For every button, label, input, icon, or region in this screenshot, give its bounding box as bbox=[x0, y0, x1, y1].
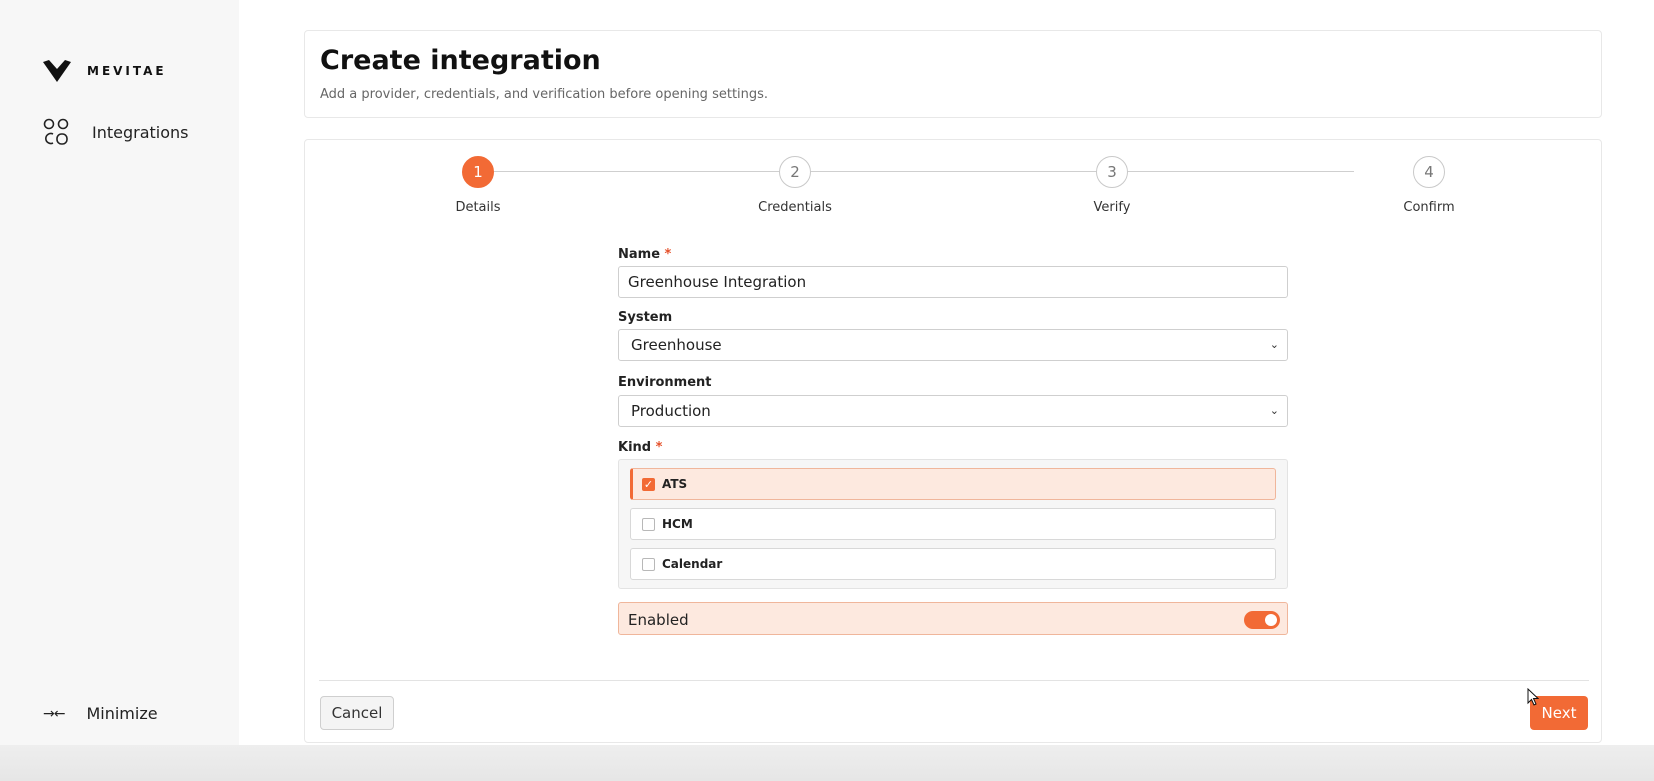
enabled-toggle[interactable] bbox=[1244, 611, 1280, 629]
kind-label: Kind * bbox=[618, 440, 662, 455]
system-value: Greenhouse bbox=[631, 336, 722, 354]
chevron-down-icon: ⌄ bbox=[1269, 338, 1279, 351]
environment-value: Production bbox=[631, 402, 711, 420]
step-number: 1 bbox=[462, 156, 494, 188]
option-label: ATS bbox=[662, 477, 688, 491]
kind-label-text: Kind bbox=[618, 440, 652, 455]
option-label: Calendar bbox=[662, 557, 723, 571]
checkbox[interactable] bbox=[642, 518, 655, 531]
footer-divider bbox=[319, 680, 1589, 681]
collapse-icon: →← bbox=[43, 705, 65, 722]
chevron-down-icon: ⌄ bbox=[1269, 404, 1279, 417]
minimize-label: Minimize bbox=[86, 704, 158, 723]
environment-select[interactable]: Production ⌄ bbox=[618, 395, 1288, 427]
checkmark-icon: ✓ bbox=[643, 478, 654, 491]
checkbox[interactable] bbox=[642, 558, 655, 571]
cancel-button[interactable]: Cancel bbox=[320, 696, 394, 730]
enabled-label: Enabled bbox=[628, 611, 689, 629]
toggle-knob bbox=[1265, 614, 1277, 626]
required-mark: * bbox=[664, 247, 672, 262]
page-subtitle: Add a provider, credentials, and verific… bbox=[320, 87, 769, 102]
step-number: 2 bbox=[779, 156, 811, 188]
sidebar-item-integrations[interactable]: Integrations bbox=[42, 118, 189, 146]
step-label: Confirm bbox=[1403, 200, 1455, 215]
bottom-strip bbox=[0, 745, 1654, 781]
brand-wordmark: MEVITAE bbox=[87, 64, 167, 78]
step-credentials[interactable]: 2 Credentials bbox=[735, 156, 855, 215]
minimize-button[interactable]: →← Minimize bbox=[43, 704, 158, 723]
kind-option-hcm[interactable]: HCM bbox=[630, 508, 1276, 540]
stepper-line bbox=[482, 171, 1354, 172]
name-input[interactable] bbox=[618, 266, 1288, 298]
step-label: Credentials bbox=[758, 200, 832, 215]
system-select[interactable]: Greenhouse ⌄ bbox=[618, 329, 1288, 361]
kind-option-calendar[interactable]: Calendar bbox=[630, 548, 1276, 580]
kind-options: ✓ ATS HCM Calendar bbox=[618, 459, 1288, 589]
kind-option-ats[interactable]: ✓ ATS bbox=[630, 468, 1276, 500]
enabled-row: Enabled bbox=[618, 602, 1288, 635]
mevitae-logo-icon bbox=[43, 60, 71, 82]
sidebar-item-label: Integrations bbox=[92, 122, 189, 142]
mouse-cursor-icon bbox=[1527, 688, 1539, 706]
step-confirm[interactable]: 4 Confirm bbox=[1369, 156, 1489, 215]
step-verify[interactable]: 3 Verify bbox=[1052, 156, 1172, 215]
people-icon bbox=[43, 118, 69, 145]
step-details[interactable]: 1 Details bbox=[418, 156, 538, 215]
integration-form: 1 Details 2 Credentials 3 Verify 4 Confi… bbox=[304, 139, 1602, 743]
step-label: Details bbox=[455, 200, 501, 215]
sidebar: MEVITAE Integrations →← Minimize bbox=[0, 0, 239, 745]
option-label: HCM bbox=[662, 517, 693, 531]
checkbox[interactable]: ✓ bbox=[642, 478, 655, 491]
page-title: Create integration bbox=[320, 45, 601, 76]
brand-logo[interactable]: MEVITAE bbox=[43, 60, 167, 82]
name-label-text: Name bbox=[618, 247, 661, 262]
step-number: 3 bbox=[1096, 156, 1128, 188]
environment-label: Environment bbox=[618, 375, 712, 390]
page-header: Create integration Add a provider, crede… bbox=[304, 30, 1602, 118]
required-mark: * bbox=[655, 440, 663, 455]
step-number: 4 bbox=[1413, 156, 1445, 188]
name-label: Name * bbox=[618, 247, 671, 262]
step-label: Verify bbox=[1093, 200, 1131, 215]
system-label: System bbox=[618, 310, 673, 325]
